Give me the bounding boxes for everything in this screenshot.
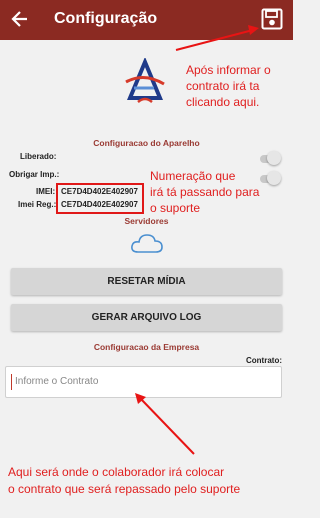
annotation-arrows bbox=[135, 25, 259, 455]
contract-arrow bbox=[139, 397, 195, 455]
save-arrow bbox=[175, 29, 254, 51]
save-arrow-head bbox=[248, 25, 259, 35]
